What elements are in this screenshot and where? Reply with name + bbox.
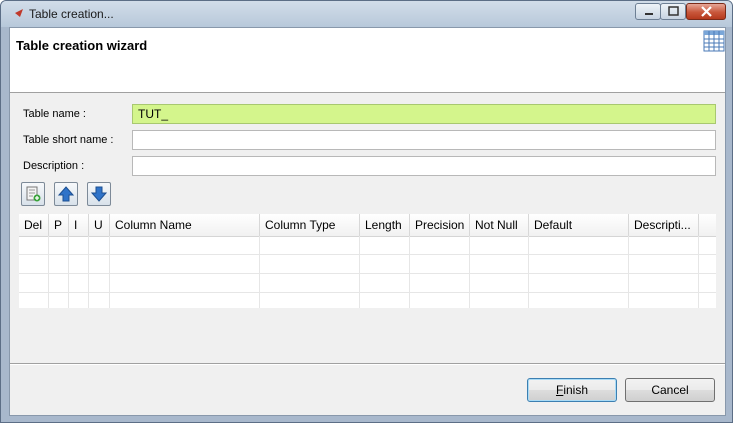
column-header-length[interactable]: Length <box>360 214 410 236</box>
grid-line <box>528 236 529 308</box>
move-up-button[interactable] <box>54 182 78 206</box>
column-header-column-type[interactable]: Column Type <box>260 214 360 236</box>
grid-line <box>68 236 69 308</box>
finish-label: inish <box>563 383 589 397</box>
table-row[interactable] <box>19 274 716 293</box>
minimize-button[interactable] <box>635 3 661 20</box>
close-icon <box>701 6 712 17</box>
close-button[interactable] <box>686 3 726 20</box>
description-label: Description : <box>23 160 85 172</box>
move-up-icon <box>58 186 74 202</box>
grid-line <box>409 236 410 308</box>
move-down-icon <box>91 186 107 202</box>
grid-line <box>109 236 110 308</box>
column-header-p[interactable]: P <box>49 214 69 236</box>
dialog-client-area: Table creation wizard Table name : TUT_ … <box>9 27 726 416</box>
maximize-button[interactable] <box>660 3 686 20</box>
grid-line <box>628 236 629 308</box>
column-header-precision[interactable]: Precision <box>410 214 470 236</box>
wizard-header: Table creation wizard <box>10 28 725 93</box>
grid-line <box>359 236 360 308</box>
column-header-not-null[interactable]: Not Null <box>470 214 529 236</box>
columns-table[interactable]: Del P I U Column Name Column Type Length… <box>19 214 716 308</box>
table-grid-icon <box>703 30 725 52</box>
column-header-default[interactable]: Default <box>529 214 629 236</box>
add-column-button[interactable] <box>21 182 45 206</box>
table-name-input[interactable]: TUT_ <box>132 104 716 124</box>
title-bar[interactable]: Table creation... <box>1 1 732 27</box>
dialog-window: Table creation... Table creation wizard … <box>0 0 733 423</box>
cancel-button[interactable]: Cancel <box>625 378 715 402</box>
minimize-icon <box>645 13 653 15</box>
table-name-label: Table name : <box>23 108 86 120</box>
grid-line <box>88 236 89 308</box>
table-short-name-label: Table short name : <box>23 134 114 146</box>
column-header-del[interactable]: Del <box>19 214 49 236</box>
app-icon <box>15 9 23 17</box>
grid-line <box>698 236 699 308</box>
grid-line <box>259 236 260 308</box>
column-header-column-name[interactable]: Column Name <box>110 214 260 236</box>
table-row[interactable] <box>19 255 716 274</box>
table-row[interactable] <box>19 236 716 255</box>
column-header-description[interactable]: Descripti... <box>629 214 699 236</box>
column-header-filler <box>699 214 716 236</box>
footer-divider-highlight <box>10 364 725 365</box>
table-short-name-input[interactable] <box>132 130 716 150</box>
description-input[interactable] <box>132 156 716 176</box>
move-down-button[interactable] <box>87 182 111 206</box>
table-row[interactable] <box>19 293 716 308</box>
finish-button[interactable]: Finish <box>527 378 617 402</box>
column-header-i[interactable]: I <box>69 214 89 236</box>
wizard-title: Table creation wizard <box>16 38 148 53</box>
grid-line <box>48 236 49 308</box>
window-title: Table creation... <box>29 7 114 21</box>
column-header-u[interactable]: U <box>89 214 110 236</box>
maximize-icon <box>668 6 679 16</box>
columns-table-header: Del P I U Column Name Column Type Length… <box>19 214 716 237</box>
grid-line <box>469 236 470 308</box>
add-column-icon <box>26 186 41 202</box>
